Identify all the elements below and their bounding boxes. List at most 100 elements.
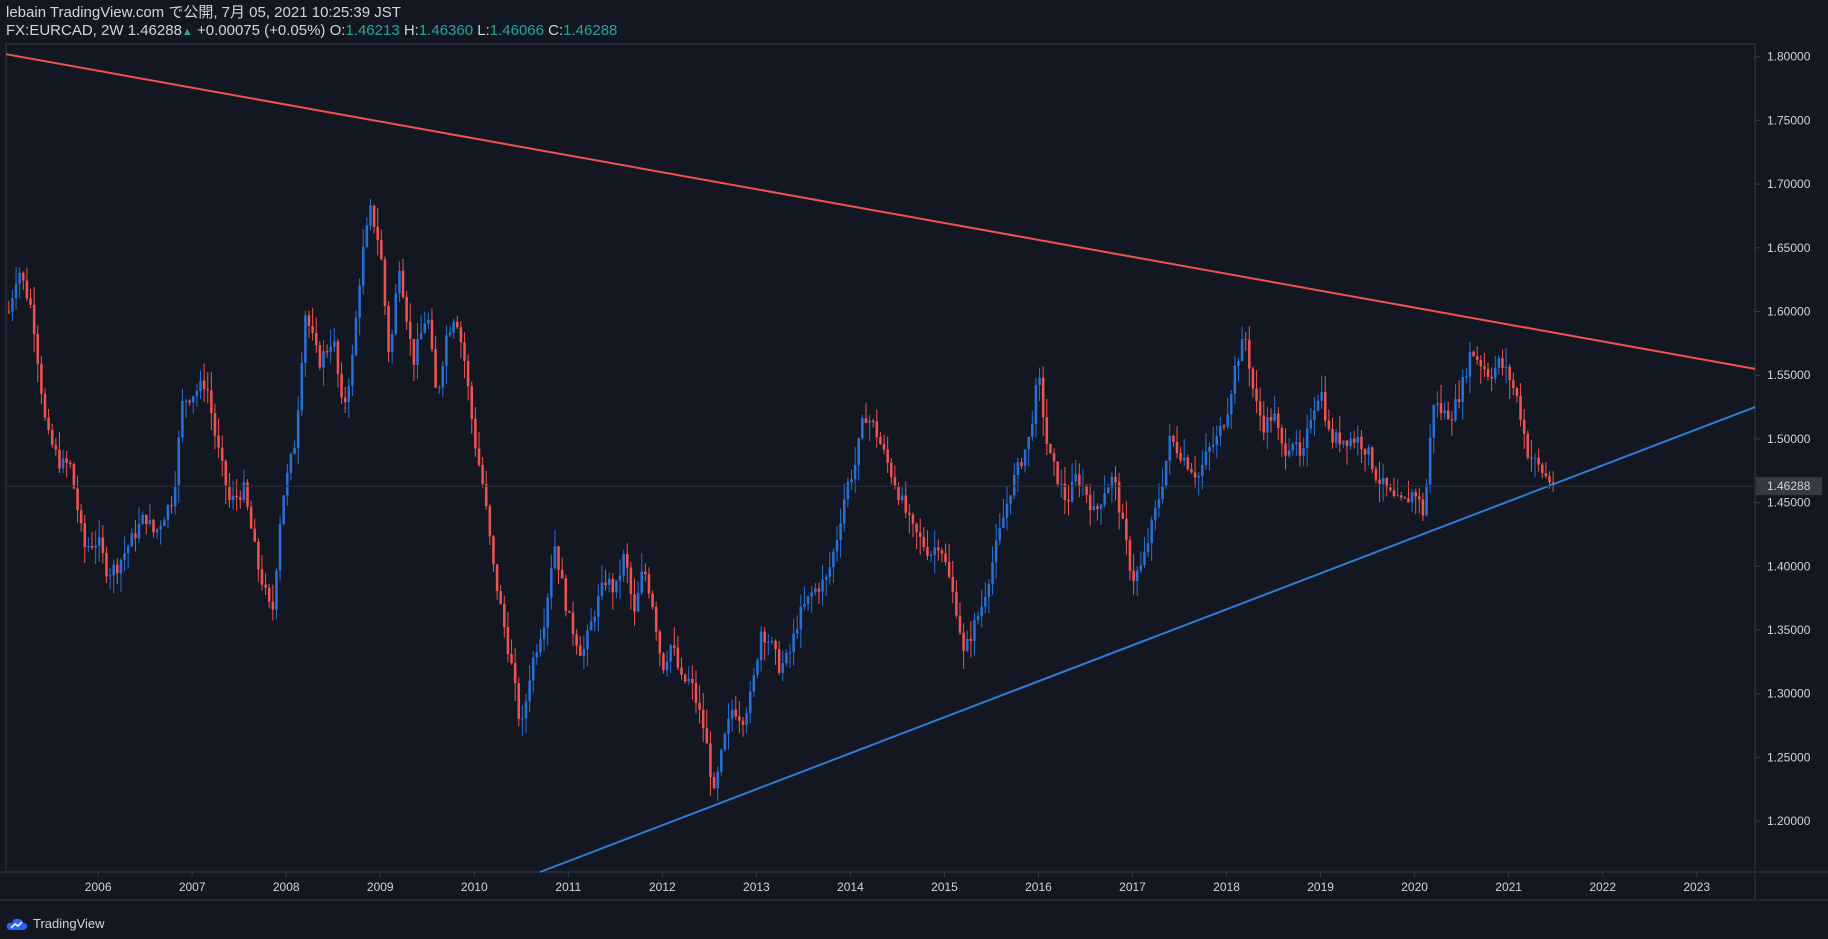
candle-body <box>698 702 701 710</box>
candle-body <box>452 321 455 333</box>
candle-body <box>58 449 61 469</box>
candle-body <box>871 420 875 422</box>
candle-body <box>304 315 307 363</box>
candle-body <box>376 226 379 240</box>
candle-body <box>22 272 25 281</box>
candle-body <box>177 437 181 486</box>
candle-body <box>441 365 445 388</box>
candle-body <box>1154 507 1157 521</box>
candle-body <box>351 354 354 386</box>
candle-body <box>875 421 879 438</box>
candle-body <box>759 631 763 661</box>
x-tick-label: 2011 <box>555 880 581 894</box>
candle-body <box>1450 419 1454 421</box>
candle-body <box>134 533 137 539</box>
candle-body <box>90 545 94 548</box>
candle-body <box>499 591 502 604</box>
candle-body <box>1179 453 1182 461</box>
candle-body <box>1114 476 1117 483</box>
candle-body <box>347 385 351 403</box>
candle-body <box>976 615 980 621</box>
candle-body <box>1454 399 1457 421</box>
candle-body <box>1421 499 1425 516</box>
candle-body <box>76 488 79 511</box>
y-tick-label: 1.60000 <box>1767 305 1811 319</box>
candle-body <box>1493 367 1497 379</box>
candle-body <box>958 615 962 633</box>
candle-body <box>163 520 166 527</box>
resistance-trendline[interactable] <box>5 53 1756 370</box>
candle-body <box>434 349 437 388</box>
x-tick-label: 2020 <box>1401 880 1428 894</box>
candle-body <box>1338 432 1342 445</box>
candle-body <box>879 437 882 444</box>
candle-body <box>662 653 665 671</box>
candle-body <box>1309 420 1313 429</box>
candle-body <box>1016 462 1020 475</box>
candle-body <box>644 571 647 575</box>
candle-body <box>1132 570 1135 582</box>
candle-body <box>1092 506 1096 511</box>
candle-body <box>235 495 238 498</box>
candle-body <box>1298 442 1302 456</box>
candle-body <box>495 564 499 592</box>
candle-body <box>1085 485 1088 495</box>
candle-body <box>195 390 199 397</box>
candle-body <box>1031 423 1034 437</box>
support-trendline[interactable] <box>539 406 1756 873</box>
candle-body <box>676 647 680 668</box>
candle-body <box>36 333 40 364</box>
candle-body <box>611 578 615 593</box>
y-tick-label: 1.20000 <box>1767 814 1811 828</box>
candle-body <box>1533 457 1537 459</box>
candle-body <box>412 338 416 365</box>
candle-body <box>18 272 21 284</box>
candle-body <box>1125 518 1128 541</box>
candle-body <box>1204 451 1208 465</box>
candle-body <box>1041 377 1045 418</box>
candle-body <box>1168 435 1172 461</box>
candle-body <box>1074 474 1077 482</box>
candle-body <box>296 410 300 449</box>
y-tick-label: 1.70000 <box>1767 177 1811 191</box>
candle-body <box>152 519 155 533</box>
candle-body <box>1059 483 1063 485</box>
candle-body <box>1088 494 1092 511</box>
candle-body <box>300 362 304 411</box>
candle-body <box>260 569 264 585</box>
candle-body <box>1331 428 1334 443</box>
candle-body <box>1135 570 1139 582</box>
candles-layer <box>7 199 1555 801</box>
candle-body <box>477 448 481 465</box>
candle-body <box>691 678 694 684</box>
candle-body <box>1146 543 1150 552</box>
candle-body <box>322 351 325 368</box>
candle-body <box>1117 482 1121 513</box>
candle-body <box>199 380 202 391</box>
candle-body <box>517 683 521 719</box>
price-axis[interactable]: 1.80000 1.75000 1.70000 1.65000 1.60000 1.550… <box>1755 50 1811 828</box>
candle-body <box>459 327 463 343</box>
candle-body <box>228 485 231 501</box>
candle-body <box>380 239 383 260</box>
candle-body <box>1139 565 1143 571</box>
candle-body <box>1313 410 1316 421</box>
y-tick-label: 1.80000 <box>1767 50 1811 64</box>
candle-body <box>705 728 709 744</box>
candle-body <box>340 373 343 398</box>
candle-body <box>510 654 513 664</box>
candle-body <box>911 514 915 524</box>
candle-body <box>116 564 119 574</box>
candle-body <box>861 417 864 439</box>
candle-body <box>709 743 712 778</box>
candle-body <box>1009 495 1012 504</box>
candle-body <box>669 645 672 662</box>
x-tick-label: 2017 <box>1119 880 1146 894</box>
candle-body <box>1244 339 1247 341</box>
price-chart[interactable]: 1.80000 1.75000 1.70000 1.65000 1.60000 1.550… <box>0 0 1828 939</box>
candle-body <box>202 380 206 390</box>
candle-body <box>503 603 506 628</box>
time-axis[interactable]: 2006 2007 2008 2009 2010 2011 2012 2013 2014 2015… <box>85 872 1711 894</box>
candle-body <box>1045 417 1049 444</box>
tradingview-logo[interactable]: TradingView <box>6 916 105 931</box>
